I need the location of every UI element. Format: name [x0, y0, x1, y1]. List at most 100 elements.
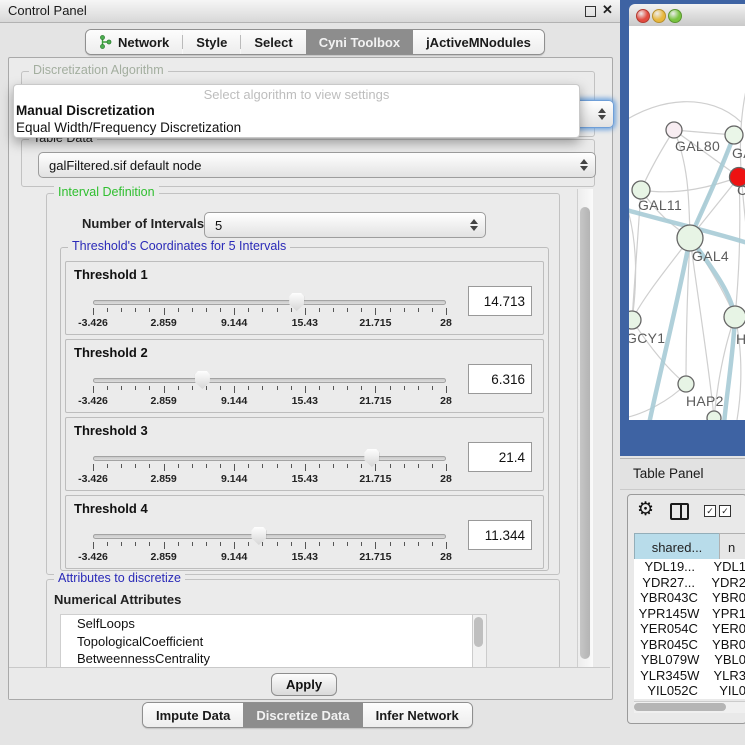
network-node[interactable] [666, 122, 682, 138]
mac-zoom-icon[interactable] [668, 9, 682, 23]
network-window-titlebar[interactable] [629, 4, 745, 27]
scrollbar-thumb[interactable] [580, 207, 590, 659]
cell-shared-name: YER054C [634, 621, 704, 637]
tick-label: 21.715 [359, 473, 391, 485]
table-row[interactable]: YBR045CYBR0 [634, 637, 745, 653]
network-canvas[interactable]: GAL80GACGAL11GAL4GCY1HHAP2 [629, 26, 745, 420]
tab-select[interactable]: Select [241, 30, 305, 54]
float-window-icon[interactable] [585, 6, 596, 17]
attribute-item-topologicalcoefficient[interactable]: TopologicalCoefficient [61, 633, 473, 651]
table-row[interactable]: YPR145WYPR1 [634, 606, 745, 622]
tab-network[interactable]: Network [86, 30, 182, 54]
tick-mark [164, 308, 165, 315]
cell-name: YBR0 [704, 637, 745, 653]
tab-impute-data[interactable]: Impute Data [143, 703, 243, 727]
threshold-value-field[interactable]: 6.316 [468, 364, 532, 394]
tick-label: 21.715 [359, 317, 391, 329]
group-title: Interval Definition [54, 185, 159, 199]
tick-label: -3.426 [78, 473, 108, 485]
threshold-label: Threshold 4 [74, 501, 148, 516]
tick-mark [333, 308, 334, 312]
table-row[interactable]: YDR27...YDR2 [634, 575, 745, 591]
tick-mark [404, 464, 405, 468]
tab-label: Network [118, 35, 169, 50]
table-panel-title: Table Panel [633, 466, 704, 481]
tab-discretize-data[interactable]: Discretize Data [243, 703, 362, 727]
slider-track[interactable] [93, 300, 446, 305]
algorithm-option-equal-width-frequency-discretization[interactable]: Equal Width/Frequency Discretization [14, 119, 579, 136]
tick-label: -3.426 [78, 395, 108, 407]
number-of-intervals-label: Number of Intervals [82, 216, 204, 231]
tick-mark [248, 542, 249, 546]
tick-label: 21.715 [359, 551, 391, 563]
attributes-list-scrollbar[interactable] [472, 614, 487, 670]
tick-mark [135, 464, 136, 468]
column-header-name[interactable]: n [719, 533, 745, 561]
mac-close-icon[interactable] [636, 9, 650, 23]
group-title: Discretization Algorithm [29, 63, 168, 77]
tick-mark [319, 464, 320, 468]
scrollbar-thumb[interactable] [474, 617, 483, 647]
tick-mark [164, 542, 165, 549]
checkbox-icon[interactable] [719, 505, 731, 517]
tick-mark [418, 308, 419, 312]
checkbox-icon[interactable] [704, 505, 716, 517]
tick-mark [390, 386, 391, 390]
tick-mark [234, 308, 235, 315]
gear-icon[interactable]: ⚙ [637, 498, 654, 521]
tick-mark [319, 386, 320, 390]
network-node[interactable] [678, 376, 694, 392]
network-node[interactable] [724, 306, 745, 328]
tick-mark [149, 464, 150, 468]
tick-mark [446, 386, 447, 393]
number-of-intervals-combobox[interactable]: 5 [204, 212, 486, 238]
network-node[interactable] [725, 126, 743, 144]
table-row[interactable]: YBR043CYBR0 [634, 590, 745, 606]
slider-track[interactable] [93, 534, 446, 539]
network-node[interactable] [707, 411, 721, 420]
threshold-value-field[interactable]: 21.4 [468, 442, 532, 472]
tab-infer-network[interactable]: Infer Network [363, 703, 472, 727]
table-hscrollbar[interactable] [634, 701, 745, 713]
table-row[interactable]: YBL079WYBL0 [634, 652, 745, 668]
node-label-gal4: GAL4 [692, 248, 729, 264]
numerical-attributes-list[interactable]: SelfLoopsTopologicalCoefficientBetweenne… [60, 614, 474, 670]
table-row[interactable]: YIL052CYIL0 [634, 683, 745, 699]
apply-button[interactable]: Apply [271, 673, 337, 696]
cell-shared-name: YPR145W [634, 606, 704, 622]
table-row[interactable]: YLR345WYLR3 [634, 668, 745, 684]
column-header-shared[interactable]: shared... [634, 533, 720, 561]
thresholds-container: Threshold 1-3.4262.8599.14415.4321.71528… [65, 261, 544, 573]
slider-track[interactable] [93, 378, 446, 383]
split-columns-icon[interactable] [670, 503, 689, 520]
threshold-box-threshold-2: Threshold 2-3.4262.8599.14415.4321.71528… [65, 339, 544, 413]
network-node[interactable] [629, 311, 641, 329]
table-data-combobox[interactable]: galFiltered.sif default node [38, 152, 596, 178]
attribute-item-selfloops[interactable]: SelfLoops [61, 615, 473, 633]
attribute-item-betweennesscentrality[interactable]: BetweennessCentrality [61, 650, 473, 668]
slider-track[interactable] [93, 456, 446, 461]
tab-style[interactable]: Style [183, 30, 240, 54]
threshold-value-field[interactable]: 11.344 [468, 520, 532, 550]
tab-jactivemnodules[interactable]: jActiveMNodules [413, 30, 544, 54]
content-scrollbar[interactable] [577, 189, 593, 667]
node-table[interactable]: YDL19...YDL1YDR27...YDR2YBR043CYBR0YPR14… [634, 559, 745, 699]
tick-mark [206, 308, 207, 312]
threshold-value-field[interactable]: 14.713 [468, 286, 532, 316]
table-panel-window: ⚙ shared... n YDL19...YDL1YDR27...YDR2YB… [627, 494, 745, 724]
scrollbar-thumb[interactable] [634, 703, 726, 711]
threshold-box-threshold-4: Threshold 4-3.4262.8599.14415.4321.71528… [65, 495, 544, 569]
tick-mark [192, 386, 193, 390]
tick-mark [149, 308, 150, 312]
close-icon[interactable]: ✕ [602, 2, 613, 18]
combo-arrows-icon [470, 219, 478, 231]
tab-cyni-toolbox[interactable]: Cyni Toolbox [306, 30, 413, 54]
tick-label: 2.859 [150, 551, 176, 563]
tick-mark [107, 386, 108, 390]
table-row[interactable]: YDL19...YDL1 [634, 559, 745, 575]
mac-minimize-icon[interactable] [652, 9, 666, 23]
algorithm-option-manual-discretization[interactable]: Manual Discretization [14, 102, 579, 119]
cell-shared-name: YBL079W [634, 652, 706, 668]
table-row[interactable]: YER054CYER0 [634, 621, 745, 637]
tick-mark [277, 464, 278, 468]
